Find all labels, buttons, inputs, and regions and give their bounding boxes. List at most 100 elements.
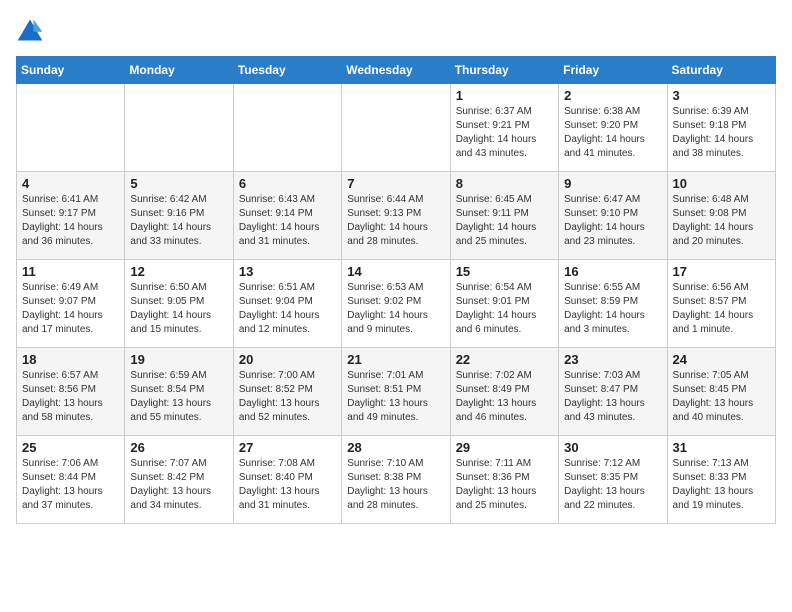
day-info: Sunrise: 6:53 AM Sunset: 9:02 PM Dayligh… bbox=[347, 281, 444, 337]
day-info: Sunrise: 7:12 AM Sunset: 8:35 PM Dayligh… bbox=[564, 457, 661, 513]
day-info: Sunrise: 7:08 AM Sunset: 8:40 PM Dayligh… bbox=[239, 457, 336, 513]
day-number: 22 bbox=[456, 352, 553, 367]
day-info: Sunrise: 7:03 AM Sunset: 8:47 PM Dayligh… bbox=[564, 369, 661, 425]
day-number: 14 bbox=[347, 264, 444, 279]
day-number: 12 bbox=[130, 264, 227, 279]
day-number: 25 bbox=[22, 440, 119, 455]
calendar-cell: 25Sunrise: 7:06 AM Sunset: 8:44 PM Dayli… bbox=[17, 436, 125, 524]
day-info: Sunrise: 6:50 AM Sunset: 9:05 PM Dayligh… bbox=[130, 281, 227, 337]
day-number: 6 bbox=[239, 176, 336, 191]
day-header-friday: Friday bbox=[559, 57, 667, 84]
day-number: 27 bbox=[239, 440, 336, 455]
calendar-week-1: 1Sunrise: 6:37 AM Sunset: 9:21 PM Daylig… bbox=[17, 84, 776, 172]
day-info: Sunrise: 6:57 AM Sunset: 8:56 PM Dayligh… bbox=[22, 369, 119, 425]
day-header-tuesday: Tuesday bbox=[233, 57, 341, 84]
calendar-cell: 16 Sunrise: 6:55 AM Sunset: 8:59 PM Dayli… bbox=[559, 260, 667, 348]
calendar-week-4: 18 Sunrise: 6:57 AM Sunset: 8:56 PM Dayli… bbox=[17, 348, 776, 436]
day-info: Sunrise: 7:13 AM Sunset: 8:33 PM Dayligh… bbox=[673, 457, 770, 513]
calendar-body: 1Sunrise: 6:37 AM Sunset: 9:21 PM Daylig… bbox=[17, 84, 776, 524]
calendar-week-2: 4 Sunrise: 6:41 AM Sunset: 9:17 PM Daylig… bbox=[17, 172, 776, 260]
day-number: 5 bbox=[130, 176, 227, 191]
calendar-cell: 27 Sunrise: 7:08 AM Sunset: 8:40 PM Dayli… bbox=[233, 436, 341, 524]
day-info: Sunrise: 7:05 AM Sunset: 8:45 PM Dayligh… bbox=[673, 369, 770, 425]
calendar-cell: 30 Sunrise: 7:12 AM Sunset: 8:35 PM Dayli… bbox=[559, 436, 667, 524]
calendar-header: SundayMondayTuesdayWednesdayThursdayFrid… bbox=[17, 57, 776, 84]
day-header-thursday: Thursday bbox=[450, 57, 558, 84]
day-info: Sunrise: 6:43 AM Sunset: 9:14 PM Dayligh… bbox=[239, 193, 336, 249]
day-number: 20 bbox=[239, 352, 336, 367]
calendar-cell: 15 Sunrise: 6:54 AM Sunset: 9:01 PM Dayli… bbox=[450, 260, 558, 348]
calendar-cell: 1Sunrise: 6:37 AM Sunset: 9:21 PM Daylig… bbox=[450, 84, 558, 172]
day-number: 9 bbox=[564, 176, 661, 191]
day-info: Sunrise: 6:51 AM Sunset: 9:04 PM Dayligh… bbox=[239, 281, 336, 337]
day-info: Sunrise: 6:54 AM Sunset: 9:01 PM Dayligh… bbox=[456, 281, 553, 337]
calendar-cell: 23 Sunrise: 7:03 AM Sunset: 8:47 PM Dayli… bbox=[559, 348, 667, 436]
logo-icon bbox=[16, 16, 44, 44]
calendar-cell: 9 Sunrise: 6:47 AM Sunset: 9:10 PM Daylig… bbox=[559, 172, 667, 260]
day-number: 24 bbox=[673, 352, 770, 367]
calendar-week-3: 11 Sunrise: 6:49 AM Sunset: 9:07 PM Dayli… bbox=[17, 260, 776, 348]
calendar-cell: 19Sunrise: 6:59 AM Sunset: 8:54 PM Dayli… bbox=[125, 348, 233, 436]
calendar-cell bbox=[125, 84, 233, 172]
calendar-cell: 24 Sunrise: 7:05 AM Sunset: 8:45 PM Dayli… bbox=[667, 348, 775, 436]
calendar-cell: 26Sunrise: 7:07 AM Sunset: 8:42 PM Dayli… bbox=[125, 436, 233, 524]
day-info: Sunrise: 6:38 AM Sunset: 9:20 PM Dayligh… bbox=[564, 105, 661, 161]
day-number: 16 bbox=[564, 264, 661, 279]
day-number: 11 bbox=[22, 264, 119, 279]
day-number: 8 bbox=[456, 176, 553, 191]
day-info: Sunrise: 7:11 AM Sunset: 8:36 PM Dayligh… bbox=[456, 457, 553, 513]
day-info: Sunrise: 6:41 AM Sunset: 9:17 PM Dayligh… bbox=[22, 193, 119, 249]
header-row: SundayMondayTuesdayWednesdayThursdayFrid… bbox=[17, 57, 776, 84]
day-info: Sunrise: 6:42 AM Sunset: 9:16 PM Dayligh… bbox=[130, 193, 227, 249]
calendar-cell: 12 Sunrise: 6:50 AM Sunset: 9:05 PM Dayli… bbox=[125, 260, 233, 348]
day-info: Sunrise: 6:49 AM Sunset: 9:07 PM Dayligh… bbox=[22, 281, 119, 337]
day-number: 4 bbox=[22, 176, 119, 191]
calendar-cell: 13Sunrise: 6:51 AM Sunset: 9:04 PM Dayli… bbox=[233, 260, 341, 348]
day-number: 18 bbox=[22, 352, 119, 367]
day-info: Sunrise: 7:10 AM Sunset: 8:38 PM Dayligh… bbox=[347, 457, 444, 513]
day-header-wednesday: Wednesday bbox=[342, 57, 450, 84]
day-number: 3 bbox=[673, 88, 770, 103]
calendar-week-5: 25Sunrise: 7:06 AM Sunset: 8:44 PM Dayli… bbox=[17, 436, 776, 524]
logo bbox=[16, 16, 48, 44]
day-info: Sunrise: 6:48 AM Sunset: 9:08 PM Dayligh… bbox=[673, 193, 770, 249]
day-info: Sunrise: 6:39 AM Sunset: 9:18 PM Dayligh… bbox=[673, 105, 770, 161]
day-header-monday: Monday bbox=[125, 57, 233, 84]
day-number: 26 bbox=[130, 440, 227, 455]
calendar-cell: 28 Sunrise: 7:10 AM Sunset: 8:38 PM Dayli… bbox=[342, 436, 450, 524]
calendar-cell: 17 Sunrise: 6:56 AM Sunset: 8:57 PM Dayli… bbox=[667, 260, 775, 348]
calendar-cell bbox=[17, 84, 125, 172]
calendar-cell: 14 Sunrise: 6:53 AM Sunset: 9:02 PM Dayli… bbox=[342, 260, 450, 348]
calendar-cell: 4 Sunrise: 6:41 AM Sunset: 9:17 PM Daylig… bbox=[17, 172, 125, 260]
day-number: 28 bbox=[347, 440, 444, 455]
calendar-cell: 11 Sunrise: 6:49 AM Sunset: 9:07 PM Dayli… bbox=[17, 260, 125, 348]
calendar-cell: 5 Sunrise: 6:42 AM Sunset: 9:16 PM Daylig… bbox=[125, 172, 233, 260]
day-header-saturday: Saturday bbox=[667, 57, 775, 84]
day-info: Sunrise: 6:55 AM Sunset: 8:59 PM Dayligh… bbox=[564, 281, 661, 337]
calendar-cell: 6 Sunrise: 6:43 AM Sunset: 9:14 PM Daylig… bbox=[233, 172, 341, 260]
day-info: Sunrise: 7:01 AM Sunset: 8:51 PM Dayligh… bbox=[347, 369, 444, 425]
day-number: 15 bbox=[456, 264, 553, 279]
calendar-cell bbox=[233, 84, 341, 172]
calendar-cell: 2Sunrise: 6:38 AM Sunset: 9:20 PM Daylig… bbox=[559, 84, 667, 172]
day-info: Sunrise: 6:56 AM Sunset: 8:57 PM Dayligh… bbox=[673, 281, 770, 337]
day-info: Sunrise: 6:47 AM Sunset: 9:10 PM Dayligh… bbox=[564, 193, 661, 249]
calendar-cell: 31 Sunrise: 7:13 AM Sunset: 8:33 PM Dayli… bbox=[667, 436, 775, 524]
day-number: 31 bbox=[673, 440, 770, 455]
calendar-cell: 22 Sunrise: 7:02 AM Sunset: 8:49 PM Dayli… bbox=[450, 348, 558, 436]
calendar-table: SundayMondayTuesdayWednesdayThursdayFrid… bbox=[16, 56, 776, 524]
calendar-cell: 10Sunrise: 6:48 AM Sunset: 9:08 PM Dayli… bbox=[667, 172, 775, 260]
calendar-cell: 20 Sunrise: 7:00 AM Sunset: 8:52 PM Dayli… bbox=[233, 348, 341, 436]
page-header bbox=[16, 16, 776, 44]
calendar-cell: 29Sunrise: 7:11 AM Sunset: 8:36 PM Dayli… bbox=[450, 436, 558, 524]
day-info: Sunrise: 6:44 AM Sunset: 9:13 PM Dayligh… bbox=[347, 193, 444, 249]
day-number: 17 bbox=[673, 264, 770, 279]
day-number: 30 bbox=[564, 440, 661, 455]
day-info: Sunrise: 7:02 AM Sunset: 8:49 PM Dayligh… bbox=[456, 369, 553, 425]
calendar-cell: 7Sunrise: 6:44 AM Sunset: 9:13 PM Daylig… bbox=[342, 172, 450, 260]
day-number: 1 bbox=[456, 88, 553, 103]
calendar-cell: 8Sunrise: 6:45 AM Sunset: 9:11 PM Daylig… bbox=[450, 172, 558, 260]
day-number: 23 bbox=[564, 352, 661, 367]
day-number: 21 bbox=[347, 352, 444, 367]
day-info: Sunrise: 7:00 AM Sunset: 8:52 PM Dayligh… bbox=[239, 369, 336, 425]
